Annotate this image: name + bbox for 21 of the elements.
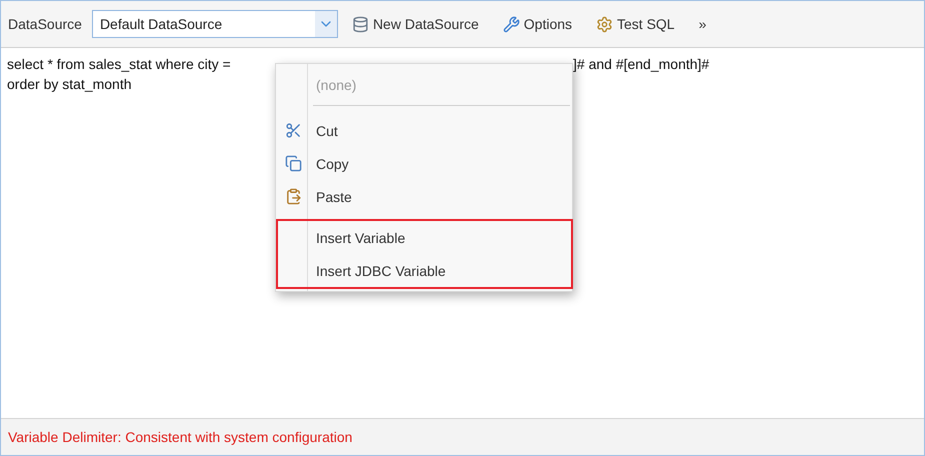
status-text: Variable Delimiter: Consistent with system configuration: [8, 429, 352, 445]
menu-item[interactable]: Cut: [278, 114, 570, 147]
sql-text: order by stat_month: [7, 75, 132, 94]
menu-item[interactable]: Copy: [278, 147, 570, 180]
toolbar-button[interactable]: New DataSource: [348, 14, 483, 34]
sql-text: ]# and #[end_month]#: [573, 55, 710, 74]
toolbar-button[interactable]: Options: [498, 14, 576, 34]
menu-item[interactable]: Paste: [278, 180, 570, 213]
more-button[interactable]: »: [694, 14, 710, 34]
gear-icon: [596, 16, 614, 32]
sql-text: select * from sales_stat where city =: [7, 55, 232, 74]
scissors-icon: [285, 122, 302, 139]
paste-icon: [285, 188, 302, 205]
toolbar-button[interactable]: Test SQL: [592, 14, 679, 34]
menu-item[interactable]: Insert JDBC Variable: [278, 254, 571, 287]
database-icon: [352, 16, 369, 32]
wrench-icon: [502, 16, 520, 32]
copy-icon: [285, 155, 302, 172]
datasource-label: DataSource: [8, 16, 82, 32]
datasource-dropdown[interactable]: Default DataSource: [92, 10, 338, 38]
menu-item[interactable]: Insert Variable: [278, 221, 571, 254]
